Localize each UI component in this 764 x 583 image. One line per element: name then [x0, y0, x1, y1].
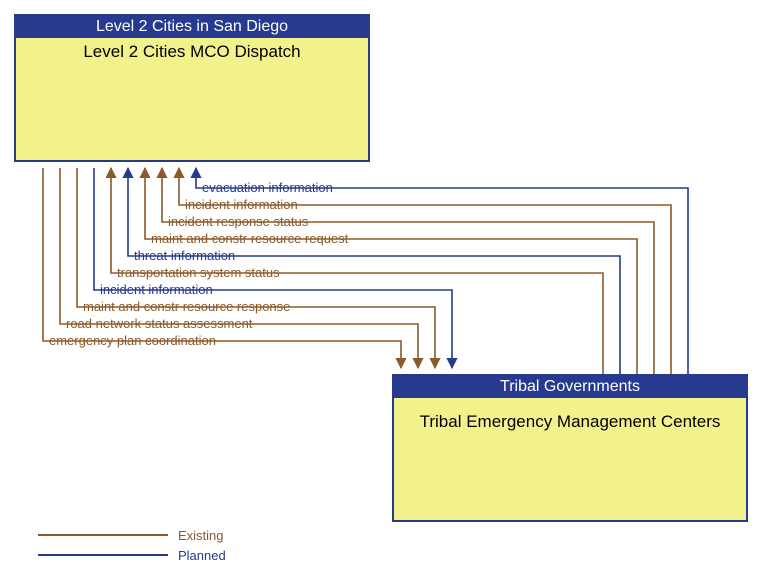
flow-label-incident-information-ab: incident information	[100, 282, 213, 297]
legend-existing: Existing	[38, 525, 226, 545]
flow-label-emergency-plan-coordination: emergency plan coordination	[49, 333, 216, 348]
node-a-title: Level 2 Cities MCO Dispatch	[16, 38, 368, 66]
flow-label-incident-response-status: incident response status	[168, 214, 308, 229]
flow-label-maint-constr-resource-response: maint and constr resource response	[83, 299, 290, 314]
flow-label-transportation-system-status: transportation system status	[117, 265, 280, 280]
node-a-group: Level 2 Cities in San Diego	[16, 16, 368, 38]
node-tribal-emergency-mgmt-centers: Tribal Governments Tribal Emergency Mana…	[392, 374, 748, 522]
legend-existing-line	[38, 534, 168, 536]
legend-planned-line	[38, 554, 168, 556]
legend-planned: Planned	[38, 545, 226, 565]
node-b-group: Tribal Governments	[394, 376, 746, 398]
flow-label-incident-information-ba: incident information	[185, 197, 298, 212]
flow-label-road-network-status-assessment: road network status assessment	[66, 316, 252, 331]
legend-planned-label: Planned	[178, 548, 226, 563]
flow-label-threat-information: threat information	[134, 248, 235, 263]
node-b-title: Tribal Emergency Management Centers	[394, 398, 746, 436]
legend: Existing Planned	[38, 525, 226, 565]
flow-label-maint-constr-resource-request: maint and constr resource request	[151, 231, 348, 246]
node-level2-cities-mco-dispatch: Level 2 Cities in San Diego Level 2 Citi…	[14, 14, 370, 162]
flow-label-evacuation-information: evacuation information	[202, 180, 333, 195]
legend-existing-label: Existing	[178, 528, 224, 543]
